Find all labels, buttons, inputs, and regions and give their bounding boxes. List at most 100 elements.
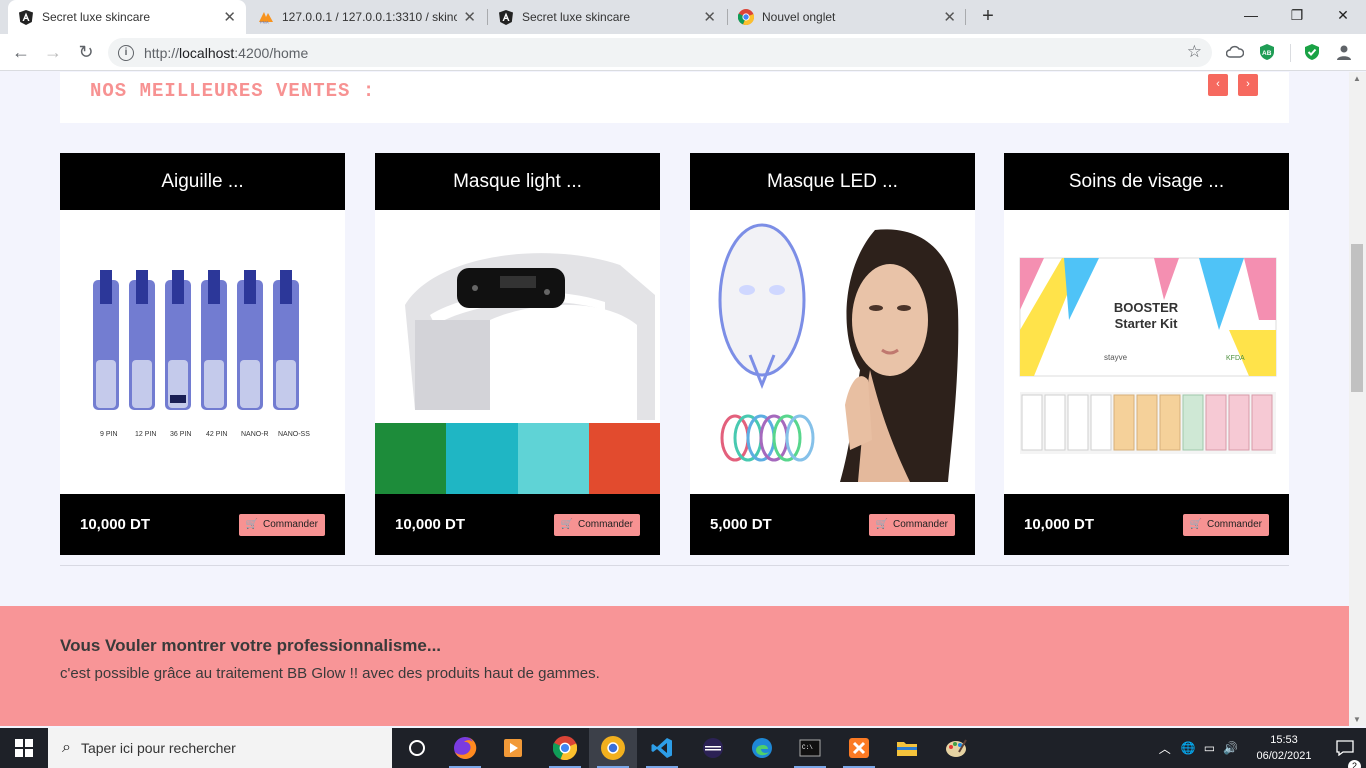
product-name[interactable]: Soins de visage ...: [1004, 153, 1289, 210]
tab-title: Secret luxe skincare: [42, 10, 151, 24]
xampp-icon[interactable]: [835, 728, 883, 768]
product-image-booster-kit[interactable]: BOOSTER Starter Kit stayve KFDA: [1004, 210, 1289, 494]
new-tab-plus-icon[interactable]: +: [976, 5, 1000, 29]
eclipse-icon[interactable]: [689, 728, 737, 768]
kit-box: BOOSTER Starter Kit stayve KFDA: [1019, 257, 1277, 377]
needle-cartridges: [93, 270, 299, 410]
clock[interactable]: 15:53 06/02/2021: [1244, 732, 1324, 764]
task-view-icon[interactable]: [393, 728, 441, 768]
url-host: localhost: [179, 44, 235, 61]
vscode-icon[interactable]: [638, 728, 686, 768]
svg-text:42 PIN: 42 PIN: [206, 431, 227, 438]
paint-icon[interactable]: [932, 728, 980, 768]
carousel-prev-button[interactable]: ‹: [1208, 74, 1228, 96]
tab-secret-luxe-skincare-1[interactable]: Secret luxe skincare ✕: [8, 0, 246, 34]
product-image-led-panel[interactable]: [375, 210, 660, 494]
product-card: Soins de visage ... BOOSTER Starter Kit …: [1004, 153, 1289, 555]
tab-phpmyadmin[interactable]: PMA 127.0.0.1 / 127.0.0.1:3310 / skinca …: [248, 0, 486, 34]
firefox-icon[interactable]: [441, 728, 489, 768]
windows-start-icon[interactable]: [0, 728, 48, 768]
page-viewport: NOS MEILLEURES VENTES : ‹ › Aiguille ...: [0, 72, 1349, 726]
svg-text:NANO-SS: NANO-SS: [278, 431, 310, 438]
order-button[interactable]: 🛒 Commander: [238, 513, 325, 536]
order-button-label: Commander: [1206, 519, 1262, 530]
volume-icon[interactable]: 🔊: [1223, 741, 1238, 755]
kit-logo: KFDA: [1226, 355, 1245, 362]
notification-center-icon[interactable]: 2: [1324, 740, 1366, 768]
close-tab-icon[interactable]: ✕: [463, 8, 476, 26]
chrome-beta-icon[interactable]: [589, 728, 637, 768]
order-button-label: Commander: [577, 519, 633, 530]
promo-banner: Vous Vouler montrer votre professionnali…: [0, 606, 1349, 726]
search-icon: ⌕: [62, 739, 71, 756]
terminal-icon[interactable]: C:\: [786, 728, 834, 768]
product-card: Masque light ... 10,000 DT 🛒 Commander: [375, 153, 660, 555]
product-card: Aiguille ... 9 PIN 12 PIN 36 PIN 42 PIN …: [60, 153, 345, 555]
order-button[interactable]: 🛒 Commander: [868, 513, 955, 536]
product-name[interactable]: Masque light ...: [375, 153, 660, 210]
model-face: [840, 229, 959, 482]
site-info-icon[interactable]: i: [118, 44, 134, 61]
network-icon[interactable]: ▭: [1204, 741, 1215, 755]
cart-icon: 🛒: [560, 519, 573, 530]
file-explorer-icon[interactable]: [883, 728, 931, 768]
close-tab-icon[interactable]: ✕: [223, 8, 236, 26]
led-color-strip: [375, 423, 660, 494]
media-player-icon[interactable]: [489, 728, 537, 768]
product-name[interactable]: Masque LED ...: [690, 153, 975, 210]
promo-text: c'est possible grâce au traitement BB Gl…: [60, 665, 600, 682]
url-path: :4200/home: [234, 44, 309, 61]
svg-text:C:\: C:\: [802, 744, 813, 751]
address-bar[interactable]: i http://localhost:4200/home ☆: [108, 38, 1212, 67]
reload-icon[interactable]: ↻: [73, 39, 99, 65]
led-mask: [718, 223, 806, 390]
browser-tab-strip: Secret luxe skincare ✕ PMA 127.0.0.1 / 1…: [0, 0, 1366, 34]
order-button[interactable]: 🛒 Commander: [1182, 513, 1269, 536]
scroll-down-arrow-icon[interactable]: ▼: [1353, 715, 1361, 724]
svg-text:9 PIN: 9 PIN: [100, 431, 118, 438]
angular-icon: [498, 9, 514, 25]
cart-icon: 🛒: [245, 519, 258, 530]
svg-text:PMA: PMA: [260, 20, 269, 25]
language-globe-icon[interactable]: 🌐: [1181, 741, 1196, 755]
cloud-icon[interactable]: [1225, 42, 1245, 62]
edge-icon[interactable]: [738, 728, 786, 768]
carousel-next-button[interactable]: ›: [1238, 74, 1258, 96]
close-window-icon[interactable]: ✕: [1320, 0, 1366, 30]
clock-date: 06/02/2021: [1256, 750, 1312, 762]
product-price: 10,000 DT: [80, 516, 151, 533]
minimize-icon[interactable]: —: [1228, 0, 1274, 30]
account-icon[interactable]: [1334, 42, 1354, 62]
promo-title: Vous Vouler montrer votre professionnali…: [60, 636, 442, 655]
taskbar-search-input[interactable]: ⌕ Taper ici pour rechercher: [48, 728, 392, 768]
bookmark-star-icon[interactable]: ☆: [1187, 42, 1202, 62]
adblock-icon[interactable]: AB: [1257, 42, 1277, 62]
close-tab-icon[interactable]: ✕: [943, 8, 956, 26]
tab-secret-luxe-skincare-2[interactable]: Secret luxe skincare ✕: [488, 0, 726, 34]
ampoule-row: [1020, 392, 1276, 454]
order-button[interactable]: 🛒 Commander: [553, 513, 640, 536]
chrome-taskbar-icon[interactable]: [541, 728, 589, 768]
section-title: NOS MEILLEURES VENTES :: [90, 80, 376, 102]
tab-divider: [965, 9, 966, 25]
product-image-led-mask[interactable]: [690, 210, 975, 494]
chevron-up-icon[interactable]: ︿: [1159, 740, 1171, 757]
kit-title-2: Starter Kit: [1115, 316, 1179, 331]
svg-text:AB: AB: [1262, 50, 1272, 57]
forward-arrow-icon[interactable]: →: [40, 39, 66, 65]
restore-icon[interactable]: ❐: [1274, 0, 1320, 30]
close-tab-icon[interactable]: ✕: [703, 8, 716, 26]
tab-nouvel-onglet[interactable]: Nouvel onglet ✕: [728, 0, 966, 34]
back-arrow-icon[interactable]: ←: [8, 39, 34, 65]
product-image-microneedle[interactable]: 9 PIN 12 PIN 36 PIN 42 PIN NANO-R NANO-S…: [60, 210, 345, 494]
tab-title: Secret luxe skincare: [522, 10, 631, 24]
product-price: 10,000 DT: [1024, 516, 1095, 533]
product-price: 5,000 DT: [710, 516, 772, 533]
scroll-up-arrow-icon[interactable]: ▲: [1353, 74, 1361, 83]
svg-text:36 PIN: 36 PIN: [170, 431, 191, 438]
shield-check-icon[interactable]: [1302, 42, 1322, 62]
scrollbar-thumb[interactable]: [1351, 244, 1363, 392]
product-name[interactable]: Aiguille ...: [60, 153, 345, 210]
page-scrollbar[interactable]: ▲ ▼: [1349, 72, 1366, 726]
led-panel-device: [405, 253, 655, 420]
